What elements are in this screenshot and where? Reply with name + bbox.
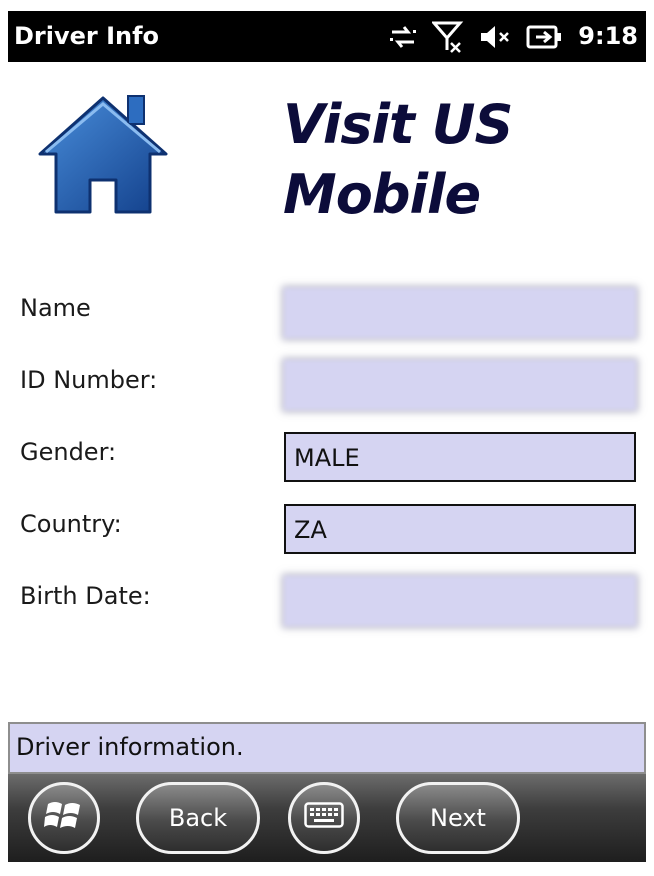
status-icons: 9:18 (388, 11, 638, 62)
brand-line-2: Mobile (283, 163, 481, 226)
name-label: Name (20, 294, 91, 322)
battery-charging-icon[interactable] (526, 23, 564, 51)
back-button[interactable]: Back (136, 782, 260, 854)
soft-key-bar: Back Next (8, 774, 646, 862)
id-number-field[interactable] (284, 360, 636, 410)
app-title: Driver Info (14, 22, 160, 50)
brand-title: Visit US Mobile (283, 90, 623, 230)
country-field[interactable]: ZA (284, 504, 636, 554)
next-button[interactable]: Next (396, 782, 520, 854)
birth-date-label: Birth Date: (20, 582, 151, 610)
keyboard-button[interactable] (288, 782, 360, 854)
windows-start-icon (44, 796, 84, 840)
name-field[interactable] (284, 288, 636, 338)
gender-label: Gender: (20, 438, 117, 466)
brand-line-1: Visit US (283, 93, 513, 156)
volume-muted-icon[interactable] (478, 22, 512, 52)
country-label: Country: (20, 510, 122, 538)
status-message: Driver information. (8, 722, 646, 774)
home-icon (32, 88, 174, 220)
connectivity-icon[interactable] (388, 22, 418, 52)
gender-value: MALE (294, 444, 360, 472)
birth-date-field[interactable] (284, 576, 636, 626)
start-button[interactable] (28, 782, 100, 854)
keyboard-icon (304, 802, 344, 834)
status-bar: Driver Info 9:18 (8, 11, 646, 62)
id-number-label: ID Number: (20, 366, 158, 394)
clock: 9:18 (578, 22, 638, 50)
country-value: ZA (294, 516, 327, 544)
gender-field[interactable]: MALE (284, 432, 636, 482)
no-signal-icon[interactable] (432, 20, 464, 54)
